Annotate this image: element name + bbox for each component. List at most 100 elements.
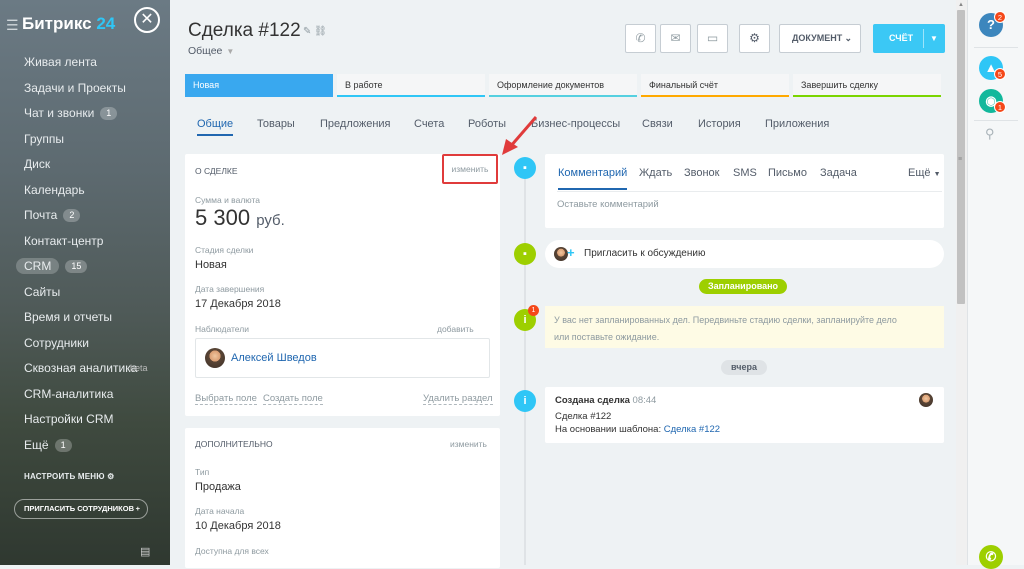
chat-button[interactable]: ▭ — [697, 24, 728, 53]
edit-link[interactable]: изменить — [442, 154, 498, 184]
invoice-button[interactable]: СЧЁТ ▼ — [873, 24, 945, 53]
observer-name[interactable]: Алексей Шведов — [231, 352, 317, 364]
sidebar-item-feed[interactable]: Живая лента — [0, 50, 170, 76]
choose-field-link[interactable]: Выбрать поле — [195, 393, 257, 405]
sidebar-item-chat[interactable]: Чат и звонки 1 — [0, 101, 170, 127]
tab-comment[interactable]: Комментарий — [558, 167, 628, 190]
sidebar-item-contact-center[interactable]: Контакт-центр — [0, 229, 170, 255]
stage-bar: Новая В работе Оформление документов Фин… — [185, 74, 941, 97]
timeline-line — [524, 160, 526, 565]
section-heading: ДОПОЛНИТЕЛЬНО — [195, 439, 273, 449]
plus-icon: + — [135, 504, 140, 513]
sidebar-item-groups[interactable]: Группы — [0, 127, 170, 153]
start-date-value: 10 Декабря 2018 — [195, 520, 281, 532]
sidebar-item-mail[interactable]: Почта 2 — [0, 203, 170, 229]
sidebar-item-disk[interactable]: Диск — [0, 152, 170, 178]
notification-badge: 1 — [528, 305, 539, 316]
settings-button[interactable]: ⚙ — [739, 24, 770, 53]
planned-badge: Запланировано — [699, 279, 787, 294]
phone-button[interactable]: ✆ — [625, 24, 656, 53]
document-button[interactable]: ДОКУМЕНТ ⌄ — [779, 24, 861, 53]
chevron-down-icon: ▼ — [933, 171, 941, 178]
sidebar-item-crm-analytics[interactable]: CRM-аналитика — [0, 382, 170, 408]
sidebar-item-crm[interactable]: CRM 15 — [0, 254, 170, 280]
tab-history[interactable]: История — [698, 118, 741, 130]
start-date-label: Дата начала — [195, 506, 245, 516]
edit-link[interactable]: изменить — [450, 439, 487, 449]
created-deal-entry: Создана сделка 08:44 Сделка #122 На осно… — [545, 387, 944, 443]
avatar[interactable] — [205, 348, 225, 368]
tab-offers[interactable]: Предложения — [320, 118, 391, 130]
tab-products[interactable]: Товары — [257, 118, 295, 130]
comment-input[interactable]: Оставьте комментарий — [557, 199, 659, 210]
sidebar-item-more[interactable]: Ещё 1 — [0, 433, 170, 459]
chevron-down-icon: ⌄ — [844, 33, 852, 43]
configure-menu-link[interactable]: НАСТРОИТЬ МЕНЮ ⚙ — [24, 472, 115, 481]
more-menu[interactable]: Ещё ▼ — [908, 167, 941, 179]
entry-title: Создана сделка — [555, 395, 630, 406]
close-date-label: Дата завершения — [195, 284, 265, 294]
scroll-grip-icon: ≡ — [958, 156, 963, 163]
pencil-icon[interactable]: ✎ — [303, 26, 311, 37]
stage-in-progress[interactable]: В работе — [337, 74, 485, 97]
link-icon[interactable]: ⛓ — [314, 26, 327, 37]
stage-value: Новая — [195, 259, 227, 271]
chevron-down-icon: ▼ — [930, 34, 938, 43]
gear-icon: ⚙ — [749, 31, 760, 45]
chat-icon: ▭ — [706, 31, 719, 45]
empty-plan-notice: У вас нет запланированных дел. Передвинь… — [545, 306, 944, 348]
sidebar-item-employees[interactable]: Сотрудники — [0, 331, 170, 357]
count-badge: 1 — [54, 438, 72, 452]
stage-new[interactable]: Новая — [185, 74, 333, 97]
email-button[interactable]: ✉ — [660, 24, 691, 53]
availability-label: Доступна для всех — [195, 546, 269, 556]
stage-close-deal[interactable]: Завершить сделку — [793, 74, 941, 97]
hamburger-icon[interactable]: ☰ — [6, 17, 19, 34]
tab-links[interactable]: Связи — [642, 118, 673, 130]
avatar[interactable] — [919, 393, 933, 407]
search-icon[interactable]: ⚲ — [985, 126, 995, 142]
category-selector[interactable]: Общее ▼ — [188, 45, 234, 57]
count-badge: 1 — [100, 107, 118, 121]
sidebar-item-crm-settings[interactable]: Настройки CRM — [0, 407, 170, 433]
phone-icon: ✆ — [635, 31, 646, 45]
close-date-value: 17 Декабря 2018 — [195, 298, 281, 310]
sidebar-item-sites[interactable]: Сайты — [0, 280, 170, 306]
delete-section-link[interactable]: Удалить раздел — [423, 393, 493, 405]
invite-employees-button[interactable]: ПРИГЛАСИТЬ СОТРУДНИКОВ + — [14, 499, 148, 519]
arrow-annotation — [502, 116, 538, 155]
scroll-up-icon[interactable]: ▲ — [958, 2, 964, 8]
tab-apps[interactable]: Приложения — [765, 118, 829, 130]
template-link[interactable]: Сделка #122 — [664, 424, 720, 435]
create-field-link[interactable]: Создать поле — [263, 393, 323, 405]
tab-call[interactable]: Звонок — [684, 167, 720, 179]
sidebar-item-time[interactable]: Время и отчеты — [0, 305, 170, 331]
sidebar-item-calendar[interactable]: Календарь — [0, 178, 170, 204]
discussion-icon: ▪ — [514, 243, 536, 265]
tab-task[interactable]: Задача — [820, 167, 857, 179]
stage-final-invoice[interactable]: Финальный счёт — [641, 74, 789, 97]
tab-email[interactable]: Письмо — [768, 167, 807, 179]
sidebar-item-tasks[interactable]: Задачи и Проекты — [0, 76, 170, 102]
invite-discussion-bar[interactable]: + Пригласить к обсуждению — [545, 240, 944, 268]
notification-badge: 1 — [994, 101, 1006, 113]
tab-general[interactable]: Общие — [197, 118, 234, 136]
tab-business-processes[interactable]: Бизнес-процессы — [531, 118, 620, 130]
logo[interactable]: Битрикс 24 — [22, 14, 115, 34]
page-title: Сделка #122 — [188, 20, 301, 41]
avatar — [554, 247, 568, 261]
close-icon[interactable]: ✕ — [134, 7, 160, 33]
tab-invoices[interactable]: Счета — [414, 118, 444, 130]
tab-sms[interactable]: SMS — [733, 167, 757, 179]
gear-icon: ⚙ — [107, 472, 115, 481]
sidebar-item-analytics[interactable]: Сквозная аналитика beta — [0, 356, 170, 382]
chevron-down-icon: ▼ — [226, 47, 235, 56]
tab-wait[interactable]: Ждать — [639, 167, 672, 179]
count-badge: 2 — [63, 209, 81, 223]
stage-documents[interactable]: Оформление документов — [489, 74, 637, 97]
printer-icon[interactable]: ▤ — [140, 545, 150, 558]
count-badge: 15 — [65, 260, 88, 274]
add-observer-link[interactable]: добавить — [437, 324, 474, 334]
phone-icon[interactable]: ✆ — [979, 545, 1003, 569]
amount-value: 5 300 руб. — [195, 205, 285, 230]
